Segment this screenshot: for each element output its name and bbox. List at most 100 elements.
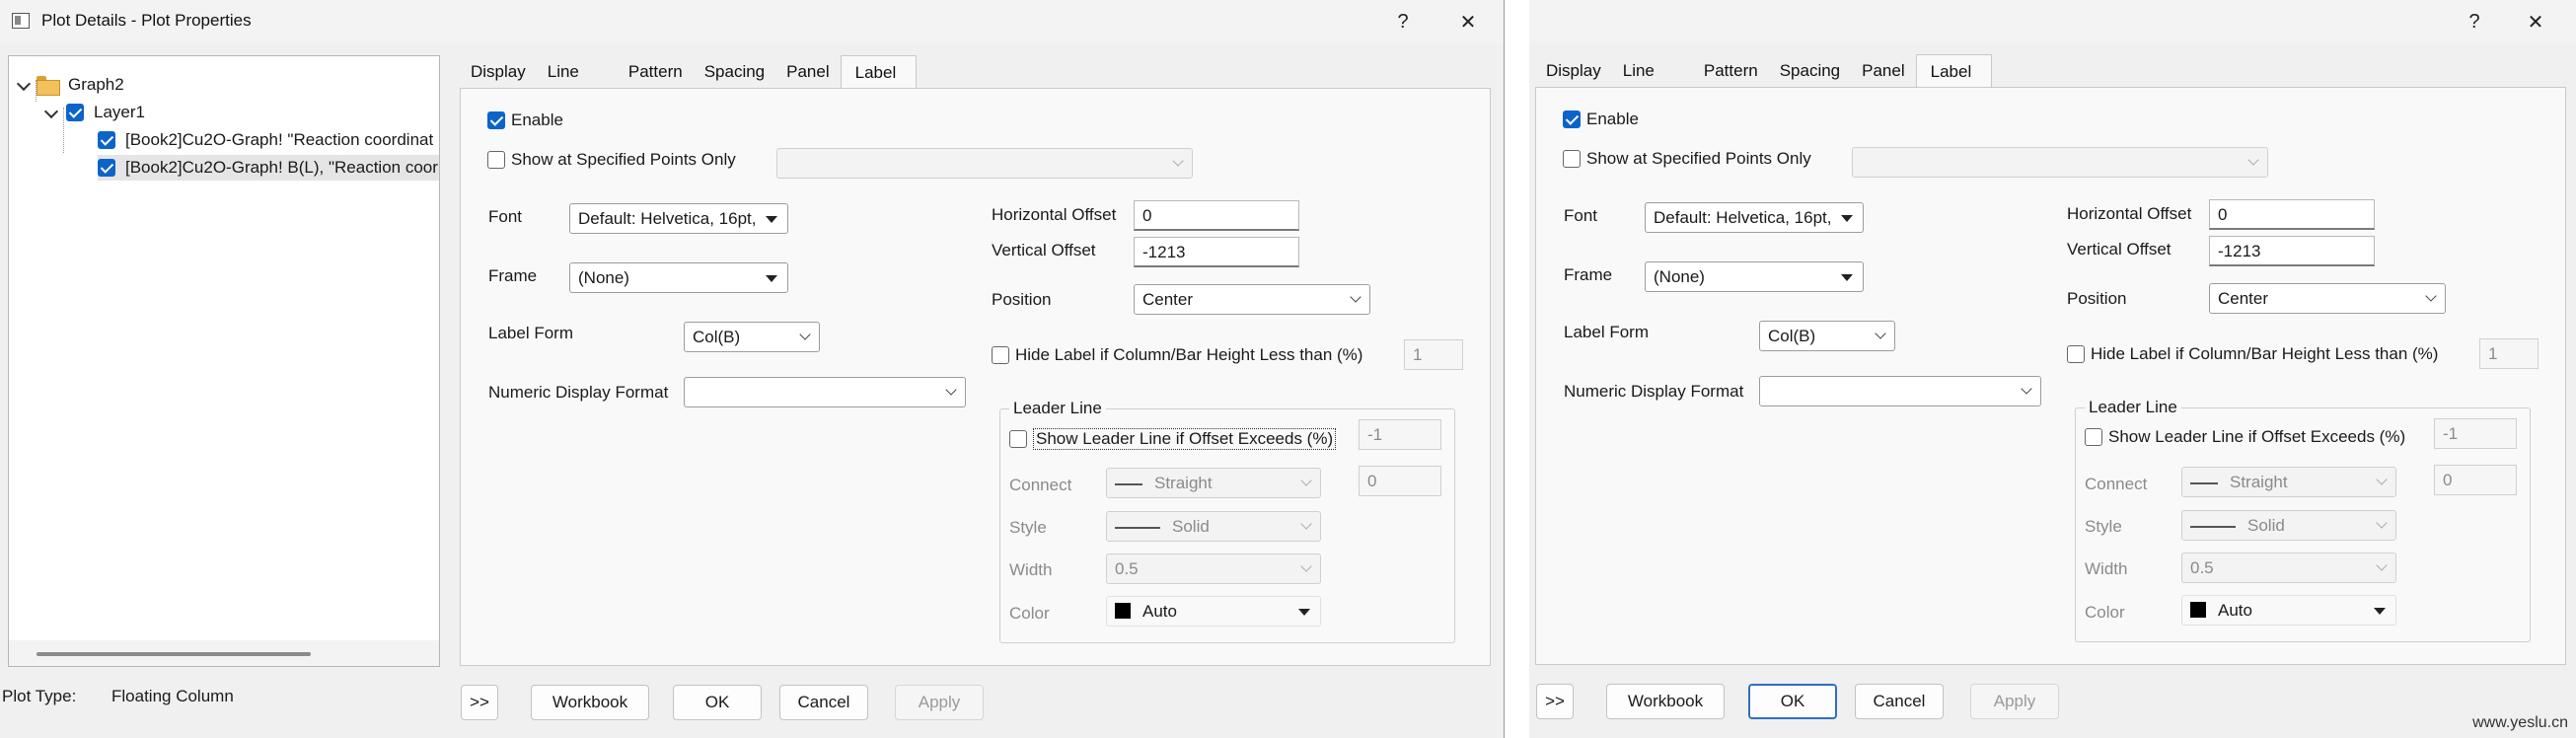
close-button[interactable]: ✕	[2516, 6, 2555, 37]
cancel-button[interactable]: Cancel	[1855, 684, 1944, 719]
close-button[interactable]: ✕	[1448, 6, 1488, 37]
horizontal-offset-input[interactable]: 0	[1134, 200, 1299, 231]
color-label: Color	[1009, 604, 1050, 623]
hide-label-row[interactable]: Hide Label if Column/Bar Height Less tha…	[2067, 344, 2438, 364]
workbook-button[interactable]: Workbook	[531, 685, 649, 720]
plot-type-label: Plot Type:	[2, 687, 77, 705]
position-value: Center	[2218, 289, 2269, 308]
horizontal-offset-input[interactable]: 0	[2209, 199, 2375, 230]
position-label: Position	[992, 290, 1052, 309]
numeric-format-select[interactable]	[684, 377, 966, 407]
color-label: Color	[2085, 603, 2125, 622]
dropdown-arrow-icon	[2374, 608, 2386, 615]
tab-label[interactable]: Label	[840, 55, 918, 89]
tab-display[interactable]: Display	[1535, 54, 1612, 88]
hide-label-checkbox[interactable]	[2067, 345, 2085, 363]
help-button[interactable]: ?	[1383, 6, 1423, 37]
leader-show-row[interactable]: Show Leader Line if Offset Exceeds (%)	[2085, 427, 2405, 447]
tab-spacing[interactable]: Spacing	[694, 55, 775, 89]
label-form-select[interactable]: Col(B)	[1759, 321, 1895, 351]
vertical-offset-input[interactable]: -1213	[2209, 236, 2375, 266]
leader-offset-input: -1	[1359, 419, 1441, 450]
plot-details-dialog-collapsed: ? ✕ Display Line Pattern Spacing Panel L…	[1529, 0, 2576, 738]
show-specified-checkbox[interactable]	[487, 151, 505, 169]
enable-row[interactable]: Enable	[1563, 110, 1639, 129]
position-select[interactable]: Center	[2209, 283, 2446, 314]
label-form-label: Label Form	[488, 324, 573, 342]
show-specified-row[interactable]: Show at Specified Points Only	[487, 150, 736, 170]
dropdown-arrow-icon	[766, 275, 777, 282]
chevron-down-icon[interactable]	[15, 72, 33, 98]
vertical-offset-input[interactable]: -1213	[1134, 237, 1299, 267]
position-select[interactable]: Center	[1134, 284, 1370, 315]
plot-tree[interactable]: Graph2 Layer1 [Book2]Cu2O-Graph! "Reacti…	[8, 55, 440, 667]
label-form-label: Label Form	[1564, 323, 1649, 341]
hide-threshold-input: 1	[2479, 338, 2539, 369]
tab-panel[interactable]: Panel	[1851, 54, 1915, 88]
label-form-select[interactable]: Col(B)	[684, 322, 820, 352]
numeric-format-label: Numeric Display Format	[488, 383, 669, 402]
color-value: Auto	[2218, 601, 2252, 620]
tab-pattern[interactable]: Pattern	[618, 55, 694, 89]
font-select[interactable]: Default: Helvetica, 16pt,	[569, 203, 788, 234]
width-label: Width	[2085, 559, 2128, 578]
leader-show-row[interactable]: Show Leader Line if Offset Exceeds (%)	[1009, 428, 1337, 450]
connect-label: Connect	[1009, 476, 1072, 494]
enable-row[interactable]: Enable	[487, 111, 563, 130]
line-swatch-icon	[2190, 525, 2236, 528]
hide-label-row[interactable]: Hide Label if Column/Bar Height Less tha…	[992, 345, 1362, 365]
frame-label: Frame	[1564, 265, 1613, 284]
expand-button[interactable]: >>	[1536, 684, 1574, 719]
tab-display[interactable]: Display	[460, 55, 537, 89]
tab-panel[interactable]: Panel	[775, 55, 840, 89]
leader-show-checkbox[interactable]	[1009, 430, 1027, 448]
plot-1-checkbox[interactable]	[98, 131, 115, 149]
style-value: Solid	[2247, 516, 2285, 535]
hide-label-checkbox[interactable]	[992, 346, 1009, 364]
tab-line[interactable]: Line	[1612, 54, 1693, 88]
ok-button[interactable]: OK	[673, 685, 762, 720]
hide-threshold-input: 1	[1404, 339, 1463, 370]
scrollbar-thumb[interactable]	[37, 652, 311, 656]
chevron-down-icon	[2021, 383, 2032, 395]
tree-item-plot-2[interactable]: [Book2]Cu2O-Graph! B(L), "Reaction coor	[98, 155, 439, 181]
tree-item-graph2[interactable]: Graph2	[15, 72, 124, 98]
font-value: Default: Helvetica, 16pt,	[578, 209, 757, 228]
color-select[interactable]: Auto	[2181, 595, 2396, 626]
ok-button[interactable]: OK	[1748, 684, 1837, 719]
tab-pattern[interactable]: Pattern	[1693, 54, 1769, 88]
line-swatch-icon	[2190, 481, 2218, 484]
horizontal-scrollbar[interactable]	[9, 640, 439, 666]
cancel-button[interactable]: Cancel	[779, 685, 868, 720]
color-value: Auto	[1142, 602, 1177, 621]
tree-item-plot-1[interactable]: [Book2]Cu2O-Graph! "Reaction coordinat	[98, 127, 433, 153]
frame-select[interactable]: (None)	[1645, 261, 1864, 292]
numeric-format-select[interactable]	[1759, 376, 2041, 406]
show-specified-row[interactable]: Show at Specified Points Only	[1563, 149, 1811, 169]
leader-show-label: Show Leader Line if Offset Exceeds (%)	[1033, 428, 1337, 450]
tab-spacing[interactable]: Spacing	[1769, 54, 1851, 88]
plot-type-value: Floating Column	[111, 687, 234, 705]
chevron-down-icon	[1875, 328, 1886, 339]
help-button[interactable]: ?	[2455, 6, 2494, 37]
color-select[interactable]: Auto	[1106, 596, 1321, 627]
chevron-down-icon	[799, 329, 811, 340]
chevron-down-icon[interactable]	[42, 100, 60, 125]
enable-checkbox[interactable]	[1563, 111, 1581, 128]
show-specified-checkbox[interactable]	[1563, 150, 1581, 168]
enable-checkbox[interactable]	[487, 111, 505, 129]
tab-line[interactable]: Line	[537, 55, 618, 89]
show-specified-label: Show at Specified Points Only	[1586, 149, 1811, 168]
workbook-button[interactable]: Workbook	[1606, 684, 1725, 719]
color-swatch-icon	[1115, 603, 1131, 620]
title-bar: Plot Details - Plot Properties ? ✕	[0, 0, 1504, 43]
font-select[interactable]: Default: Helvetica, 16pt,	[1645, 202, 1864, 233]
tab-label[interactable]: Label	[1915, 54, 1993, 88]
leader-show-checkbox[interactable]	[2085, 428, 2102, 446]
layer1-checkbox[interactable]	[66, 104, 84, 121]
frame-select[interactable]: (None)	[569, 262, 788, 293]
expand-button[interactable]: >>	[461, 685, 498, 720]
tree-item-layer1[interactable]: Layer1	[42, 100, 145, 125]
app-window-icon	[12, 13, 30, 29]
plot-2-checkbox[interactable]	[98, 159, 115, 177]
